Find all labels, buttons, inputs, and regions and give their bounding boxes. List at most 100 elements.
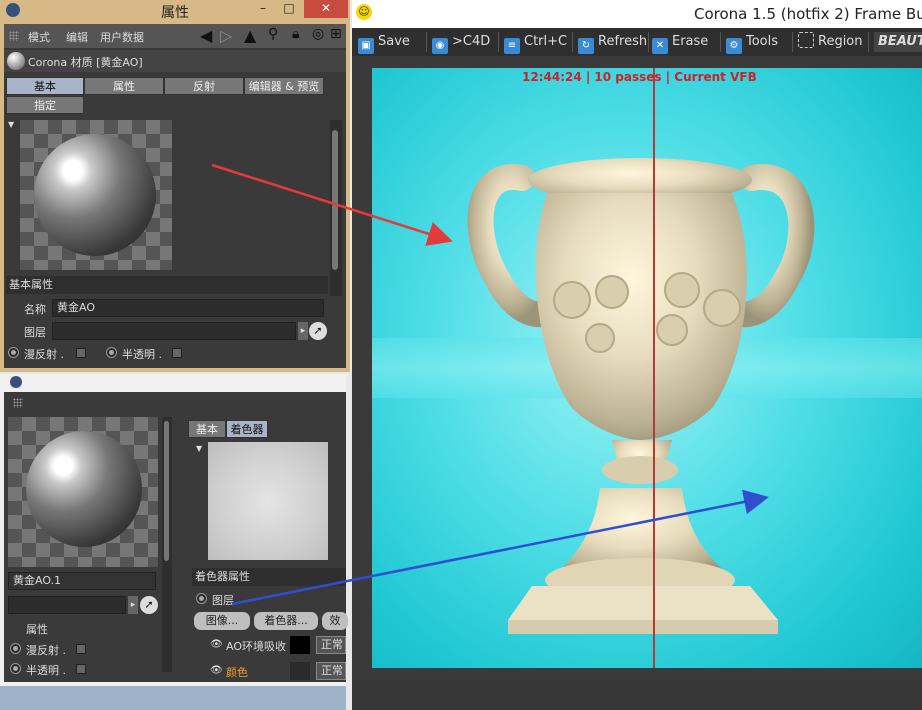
panel-logo-icon	[10, 376, 22, 388]
compare-split-line[interactable]	[653, 68, 655, 668]
diffuse-checkbox[interactable]	[76, 348, 86, 358]
effect-button[interactable]: 效	[322, 612, 348, 630]
menu-edit[interactable]: 编辑	[66, 29, 88, 45]
tab-shader-basic[interactable]: 基本	[188, 420, 226, 438]
tab-basic[interactable]: 基本	[6, 77, 84, 95]
diffuse-checkbox-2[interactable]	[76, 644, 86, 654]
menu-mode[interactable]: 模式	[28, 29, 50, 45]
collapse-triangle-icon[interactable]: ▼	[8, 120, 14, 129]
eye-icon[interactable]: 👁︎	[210, 639, 223, 650]
close-button[interactable]: ✕	[304, 0, 348, 18]
shader-layer-label: 图层	[212, 594, 234, 607]
material-panel-body: 黄金AO.1 ▸ ➚ 属性 漫反射 . 半透明 . 基本 着色器 ▼ 着色器属性…	[4, 392, 348, 682]
color-swatch[interactable]	[290, 662, 310, 680]
translucency-label: 半透明 .	[122, 348, 162, 361]
menu-userdata[interactable]: 用户数据	[100, 29, 144, 45]
layer-field[interactable]	[52, 322, 296, 340]
region-button[interactable]: Region	[798, 32, 863, 52]
grip-icon-2	[13, 398, 23, 408]
tab-attributes[interactable]: 属性	[84, 77, 164, 95]
color-label: 颜色	[226, 666, 248, 679]
c4d-icon: ◉	[432, 38, 448, 54]
preview-sphere-ball	[34, 134, 156, 256]
image-button[interactable]: 图像...	[194, 612, 250, 630]
material-ball-icon	[7, 52, 25, 70]
taskbar-strip	[0, 686, 346, 710]
lock-icon[interactable]: 🔒︎	[292, 26, 299, 42]
copy-label: Ctrl+C	[524, 34, 568, 49]
layer-dropdown-arrow-2[interactable]: ▸	[128, 596, 138, 614]
preview-scroll-thumb[interactable]	[332, 130, 338, 270]
target-icon[interactable]: ◎	[312, 26, 324, 42]
tab-editor-preview[interactable]: 编辑器 & 预览	[244, 77, 324, 95]
refresh-icon: ↻	[578, 38, 594, 54]
c4d-label: >C4D	[452, 34, 491, 49]
toolbar-separator	[498, 32, 499, 52]
properties-title-bar[interactable]: 属性 – □ ✕	[0, 0, 350, 22]
shader-layer-radio[interactable]	[196, 593, 207, 604]
material-label: Corona 材质 [黄金AO]	[28, 56, 143, 69]
translucency-radio-2[interactable]	[10, 663, 21, 674]
picker-icon[interactable]: ➚	[309, 322, 327, 340]
toolbar-separator	[720, 32, 721, 52]
shader-button[interactable]: 着色器...	[254, 612, 318, 630]
toolbar-separator	[648, 32, 649, 52]
nav-up-icon[interactable]: ▲	[244, 26, 256, 45]
save-button[interactable]: ▣ Save	[358, 32, 410, 54]
maximize-button[interactable]: □	[276, 0, 302, 18]
ao-color-swatch[interactable]	[290, 636, 310, 654]
ao-blend-mode[interactable]: 正常	[316, 636, 346, 654]
c4d-button[interactable]: ◉ >C4D	[432, 32, 491, 54]
translucency-radio[interactable]	[106, 347, 117, 358]
save-label: Save	[378, 34, 410, 49]
name-field[interactable]: 黄金AO	[52, 299, 324, 317]
toolbar-separator	[868, 32, 869, 52]
vfb-title-bar[interactable]: ☺ Corona 1.5 (hotfix 2) Frame Buff	[352, 0, 922, 28]
smile-icon: ☺	[356, 4, 372, 20]
collapse-triangle-icon-2[interactable]: ▼	[196, 444, 202, 453]
color-blend-mode[interactable]: 正常	[316, 662, 346, 680]
tab-assign[interactable]: 指定	[6, 96, 84, 114]
picker-icon-2[interactable]: ➚	[140, 596, 158, 614]
shader-properties-header: 着色器属性	[192, 568, 346, 586]
layer-dropdown-arrow[interactable]: ▸	[298, 322, 308, 340]
region-label: Region	[818, 34, 863, 49]
properties-window: 属性 – □ ✕ 模式 编辑 用户数据 ◀ ▷ ▲ ⚲ 🔒︎ ◎ ⊞ Coron…	[0, 0, 350, 372]
tab-reflection[interactable]: 反射	[164, 77, 244, 95]
search-icon[interactable]: ⚲	[268, 26, 278, 42]
new-panel-icon[interactable]: ⊞	[330, 26, 342, 42]
diffuse-label-2: 漫反射 .	[26, 644, 66, 657]
translucency-checkbox[interactable]	[172, 348, 182, 358]
minimize-button[interactable]: –	[250, 0, 276, 18]
properties-menu-bar: 模式 编辑 用户数据 ◀ ▷ ▲ ⚲ 🔒︎ ◎ ⊞	[4, 24, 346, 48]
copy-button[interactable]: ≡ Ctrl+C	[504, 32, 568, 54]
diffuse-radio[interactable]	[8, 347, 19, 358]
ao-label: AO环境吸收	[226, 640, 286, 653]
eye-icon-2[interactable]: 👁︎	[210, 665, 223, 676]
vfb-bottom-bar	[352, 680, 922, 710]
tab-shader[interactable]: 着色器	[226, 420, 268, 438]
vfb-toolbar: ▣ Save ◉ >C4D ≡ Ctrl+C ↻ Refresh ✕ Erase ⚙ Too…	[352, 28, 922, 56]
beauty-pass-dropdown[interactable]: BEAUT	[874, 32, 922, 52]
name-label: 名称	[24, 303, 46, 316]
material-name-field[interactable]: 黄金AO.1	[8, 572, 156, 590]
nav-forward-icon[interactable]: ▷	[220, 26, 232, 45]
preview-scrollbar[interactable]	[330, 120, 342, 296]
material-preview-2	[8, 417, 158, 567]
render-status-text: 12:44:24 | 10 passes | Current VFB	[522, 70, 757, 84]
nav-back-icon[interactable]: ◀	[200, 26, 212, 45]
layer-field-2[interactable]	[8, 596, 126, 614]
preview-sphere-ball-2	[26, 431, 142, 547]
preview-scroll-thumb-2[interactable]	[164, 421, 169, 561]
translucency-label-2: 半透明 .	[26, 664, 66, 677]
diffuse-radio-2[interactable]	[10, 643, 21, 654]
preview-scrollbar-2[interactable]	[162, 417, 172, 672]
erase-button[interactable]: ✕ Erase	[652, 32, 708, 54]
render-image[interactable]: 12:44:24 | 10 passes | Current VFB	[372, 68, 922, 668]
toolbar-separator	[426, 32, 427, 52]
region-icon	[798, 32, 814, 48]
toolbar-separator	[792, 32, 793, 52]
refresh-button[interactable]: ↻ Refresh	[578, 32, 647, 54]
translucency-checkbox-2[interactable]	[76, 664, 86, 674]
tools-button[interactable]: ⚙ Tools	[726, 32, 778, 54]
